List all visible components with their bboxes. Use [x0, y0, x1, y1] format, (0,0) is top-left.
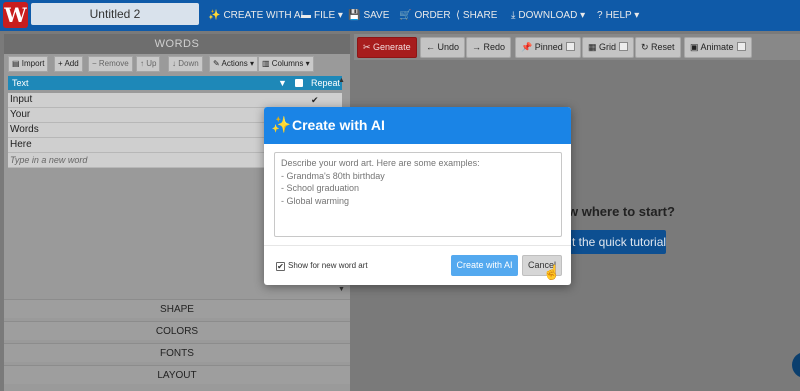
help-icon: ? [597, 10, 603, 21]
table-row[interactable]: Input ✔ [8, 93, 342, 108]
up-label: Up [146, 59, 157, 68]
nav-label: DOWNLOAD ▾ [518, 10, 586, 21]
word-text[interactable]: Input [10, 94, 32, 105]
columns-dropdown[interactable]: ▥ Columns ▾ [258, 56, 314, 72]
show-for-new-checkbox[interactable]: ✔ [276, 262, 285, 271]
cart-icon: 🛒 [399, 10, 412, 21]
nav-order[interactable]: 🛒 ORDER [399, 0, 451, 31]
repeat-all-checkbox[interactable] [295, 79, 303, 87]
redo-icon: → [472, 42, 484, 52]
sparkle-icon: ✨ [271, 117, 291, 134]
create-with-ai-button[interactable]: Create with AI [451, 255, 518, 276]
animate-label: Animate [700, 42, 734, 52]
actions-label: Actions ▾ [221, 59, 254, 68]
generate-icon: ✂ [363, 42, 374, 52]
import-label: Import [21, 59, 45, 68]
text-column-header[interactable]: Text [12, 76, 29, 90]
undo-button[interactable]: ← Undo [420, 37, 466, 58]
import-icon: ▤ [12, 59, 22, 68]
words-grid-header: Text ▼ Repeat [8, 76, 342, 90]
undo-label: Undo [437, 42, 460, 52]
pinned-toggle[interactable]: 📌 Pinned [515, 37, 581, 58]
actions-dropdown[interactable]: ✎ Actions ▾ [209, 56, 258, 72]
reset-icon: ↻ [641, 42, 652, 52]
prompt-textarea[interactable] [274, 152, 562, 237]
pinned-label: Pinned [534, 42, 563, 52]
colors-section[interactable]: COLORS [4, 321, 350, 340]
scroll-up-icon[interactable]: ▲ [338, 77, 345, 84]
nav-file[interactable]: ▬ FILE ▾ [301, 0, 343, 31]
nav-label: CREATE WITH AI [223, 10, 304, 21]
document-title-input[interactable]: Untitled 2 [31, 3, 199, 25]
animate-checkbox[interactable] [736, 42, 746, 51]
remove-label: Remove [98, 59, 129, 68]
file-icon: ▬ [301, 10, 311, 21]
grid-checkbox[interactable] [619, 42, 629, 51]
redo-label: Redo [483, 42, 506, 52]
add-button[interactable]: + Add [54, 56, 83, 72]
chat-help-icon[interactable] [792, 352, 800, 378]
nav-label: ORDER [414, 10, 451, 21]
columns-icon: ▥ [262, 59, 272, 68]
columns-label: Columns ▾ [271, 59, 310, 68]
words-header[interactable]: WORDS [4, 34, 350, 54]
import-button[interactable]: ▤ Import [8, 56, 49, 72]
film-icon: ▣ [690, 42, 701, 52]
share-icon: ⟨ [456, 10, 460, 21]
hand-cursor-icon: ☝ [543, 264, 561, 280]
reset-label: Reset [651, 42, 675, 52]
tutorial-button[interactable]: t the quick tutorial [566, 230, 666, 254]
redo-button[interactable]: → Redo [466, 37, 512, 58]
nav-label: HELP ▾ [605, 10, 640, 21]
fonts-section[interactable]: FONTS [4, 343, 350, 362]
grid-toggle[interactable]: ▦ Grid [582, 37, 635, 58]
layout-section[interactable]: LAYOUT [4, 365, 350, 384]
dialog-title: Create with AI [292, 117, 385, 133]
app-logo[interactable]: W [3, 2, 28, 28]
generate-button[interactable]: ✂ Generate [357, 37, 417, 58]
nav-save[interactable]: 💾 SAVE [348, 0, 389, 31]
nav-download[interactable]: ⤓ DOWNLOAD ▾ [511, 0, 585, 31]
animate-toggle[interactable]: ▣ Animate [684, 37, 752, 58]
create-with-ai-dialog: ✨ Create with AI ✔Show for new word art … [264, 107, 571, 285]
sparkle-icon: ✨ [208, 10, 221, 21]
divider [264, 245, 571, 246]
up-button[interactable]: ↑ Up [136, 56, 161, 72]
filter-icon[interactable]: ▼ [278, 76, 287, 90]
nav-help[interactable]: ? HELP ▾ [597, 0, 639, 31]
undo-icon: ← [426, 42, 438, 52]
down-label: Down [178, 59, 199, 68]
show-for-new-label: Show for new word art [288, 261, 368, 270]
pinned-checkbox[interactable] [565, 42, 575, 51]
word-text[interactable]: Here [10, 139, 32, 150]
nav-label: FILE ▾ [314, 10, 343, 21]
show-for-new-option[interactable]: ✔ Show for new word art [276, 261, 368, 271]
word-text[interactable]: Words [10, 124, 39, 135]
grid-label: Grid [599, 42, 617, 52]
grid-icon: ▦ [588, 42, 600, 52]
canvas-hint-text: w where to start? [568, 204, 675, 219]
nav-create-with-ai[interactable]: ✨ CREATE WITH AI [208, 0, 303, 31]
nav-label: SAVE [363, 10, 390, 21]
add-label: Add [64, 59, 79, 68]
generate-label: Generate [373, 42, 411, 52]
down-button[interactable]: ↓ Down [168, 56, 203, 72]
shape-section[interactable]: SHAPE [4, 299, 350, 318]
dialog-header: ✨ Create with AI [264, 107, 571, 144]
nav-label: SHARE [462, 10, 498, 21]
download-icon: ⤓ [511, 10, 516, 21]
save-icon: 💾 [348, 10, 361, 21]
nav-share[interactable]: ⟨ SHARE [456, 0, 497, 31]
word-text[interactable]: Your [10, 109, 30, 120]
reset-button[interactable]: ↻ Reset [635, 37, 681, 58]
repeat-column-header[interactable]: Repeat [311, 76, 340, 90]
scroll-down-icon[interactable]: ▼ [338, 286, 345, 293]
pin-icon: 📌 [521, 42, 535, 52]
minus-icon: − [92, 59, 99, 68]
remove-button[interactable]: − Remove [88, 56, 133, 72]
check-icon[interactable]: ✔ [311, 93, 319, 107]
top-nav-bar: W Untitled 2 ✨ CREATE WITH AI ▬ FILE ▾ 💾 SA… [0, 0, 800, 31]
